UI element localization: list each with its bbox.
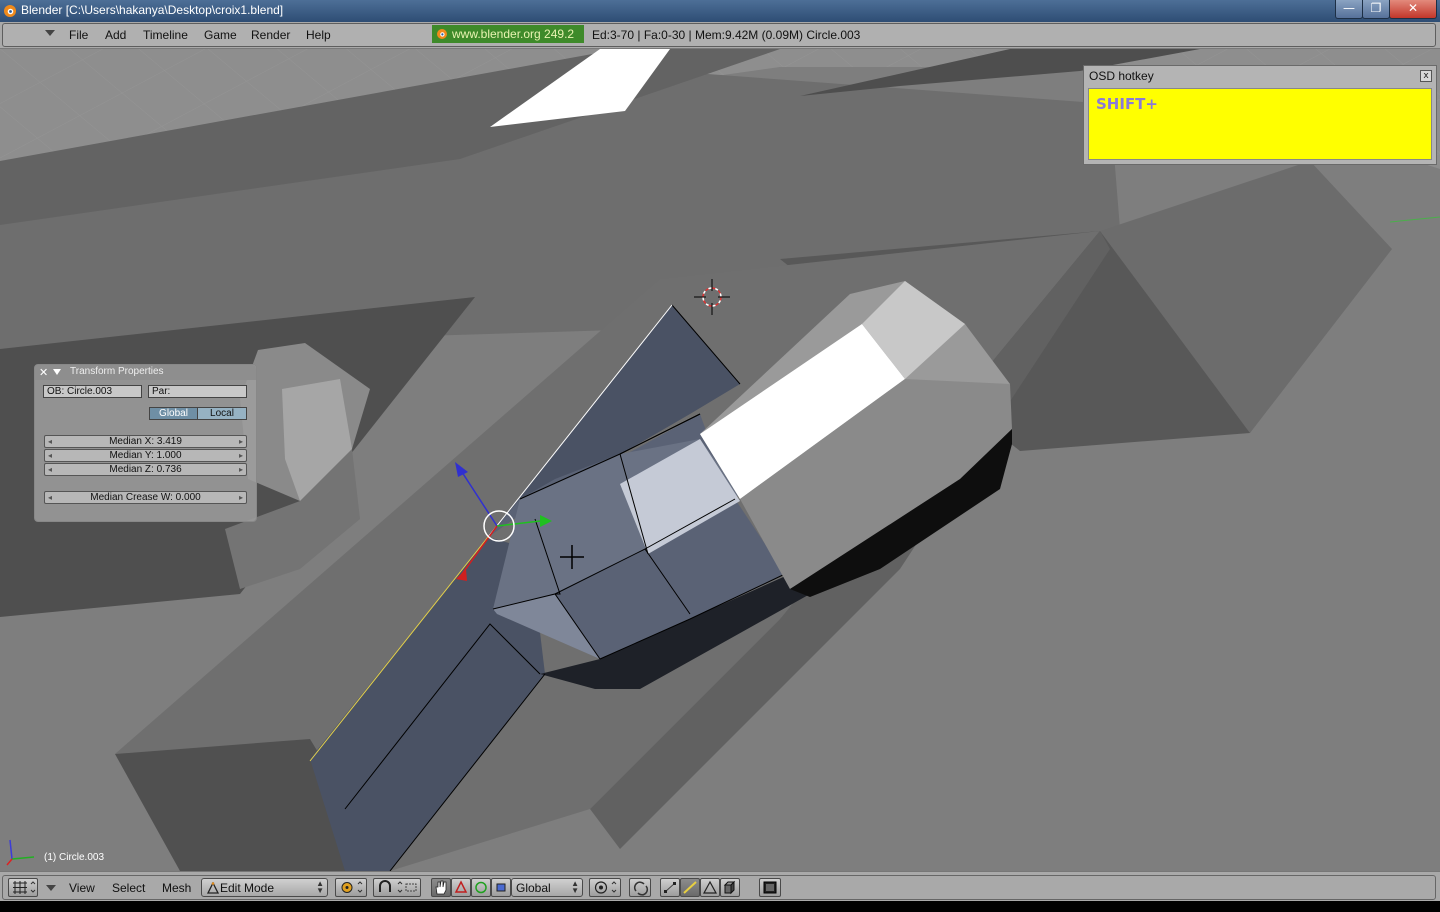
parent-field[interactable]: Par: — [148, 385, 247, 398]
global-toggle[interactable]: Global — [149, 407, 198, 420]
decrement-arrow-icon[interactable]: ◂ — [48, 492, 52, 503]
maximize-button[interactable]: ❐ — [1362, 0, 1390, 19]
dropdown-arrows-icon: ▲ ▼ — [316, 879, 324, 895]
grid-icon — [13, 881, 36, 894]
face-select-button[interactable] — [700, 878, 720, 897]
menu-file[interactable]: File — [69, 28, 88, 42]
increment-arrow-icon[interactable]: ▸ — [239, 436, 243, 447]
panel-close-icon[interactable]: ✕ — [39, 366, 48, 379]
dropdown-arrows-icon: ▲ ▼ — [571, 879, 579, 895]
menu-help[interactable]: Help — [306, 28, 331, 42]
menu-view[interactable]: View — [69, 881, 95, 895]
increment-arrow-icon[interactable]: ▸ — [239, 464, 243, 475]
translate-manipulator-button[interactable] — [451, 878, 471, 897]
pivot-point-button[interactable] — [335, 878, 367, 897]
osd-hotkey-window: OSD hotkey x SHIFT+ — [1083, 65, 1437, 165]
header-collapse-chevron-icon[interactable] — [45, 30, 55, 36]
blender-website-link[interactable]: www.blender.org 249.2 — [432, 25, 584, 43]
view-axis-gizmo-icon — [6, 839, 35, 866]
cube-icon — [723, 880, 736, 895]
minimize-button[interactable]: — — [1335, 0, 1363, 19]
menu-add[interactable]: Add — [105, 28, 126, 42]
blender-logo-icon — [437, 29, 447, 39]
menu-render[interactable]: Render — [251, 28, 290, 42]
square-icon — [496, 883, 506, 892]
osd-display: SHIFT+ — [1088, 88, 1432, 160]
hand-icon — [435, 880, 447, 895]
orientation-value: Global — [516, 881, 551, 895]
object-name-field[interactable]: OB: Circle.003 — [43, 385, 142, 398]
pivot-icon — [341, 881, 363, 893]
median-y-value: Median Y: 1.000 — [109, 450, 182, 461]
3d-cursor-icon[interactable] — [692, 277, 732, 317]
edit-mode-icon — [207, 882, 219, 894]
proportional-edit-icon — [594, 881, 617, 894]
rotate-manipulator-button[interactable] — [471, 878, 491, 897]
scene-stats: Ed:3-70 | Fa:0-30 | Mem:9.42M (0.09M) Ci… — [592, 28, 861, 42]
close-window-button[interactable]: ✕ — [1389, 0, 1437, 19]
median-crease-field[interactable]: ◂ Median Crease W: 0.000 ▸ — [44, 491, 247, 504]
window-title: Blender [C:\Users\hakanya\Desktop\croix1… — [21, 3, 284, 17]
editor-type-button[interactable] — [8, 878, 38, 897]
median-y-field[interactable]: ◂ Median Y: 1.000 ▸ — [44, 449, 247, 462]
blender-logo-icon — [4, 5, 16, 17]
vertex-select-icon — [664, 882, 676, 893]
maximize-icon: ❐ — [1370, 1, 1382, 15]
mode-select[interactable]: Edit Mode ▲ ▼ — [201, 878, 328, 897]
mode-value: Edit Mode — [220, 881, 275, 895]
3d-view-header: View Select Mesh Edit Mode ▲ ▼ Global ▲ ▼ — [0, 871, 1440, 901]
osd-title: OSD hotkey — [1089, 69, 1154, 83]
decrement-arrow-icon[interactable]: ◂ — [48, 464, 52, 475]
magnet-icon — [379, 880, 417, 893]
local-toggle[interactable]: Local — [198, 407, 247, 420]
edge-select-button[interactable] — [680, 878, 700, 897]
blender-link-text: www.blender.org 249.2 — [452, 27, 575, 41]
median-z-field[interactable]: ◂ Median Z: 0.736 ▸ — [44, 463, 247, 476]
osd-close-button[interactable]: x — [1420, 70, 1432, 82]
render-icon — [763, 881, 777, 894]
snap-button[interactable] — [373, 878, 421, 897]
osd-hotkey-text: SHIFT+ — [1096, 95, 1158, 113]
transform-properties-panel: ✕ Transform Properties OB: Circle.003 Pa… — [34, 364, 257, 522]
face-select-icon — [702, 880, 718, 894]
menu-game[interactable]: Game — [204, 28, 237, 42]
increment-arrow-icon[interactable]: ▸ — [239, 450, 243, 461]
active-object-label: (1) Circle.003 — [44, 852, 105, 863]
copy-button[interactable] — [629, 878, 651, 897]
manipulator-toggle-button[interactable] — [431, 878, 451, 897]
decrement-arrow-icon[interactable]: ◂ — [48, 436, 52, 447]
median-crease-value: Median Crease W: 0.000 — [90, 492, 201, 503]
proportional-edit-button[interactable] — [589, 878, 621, 897]
panel-title: Transform Properties — [70, 366, 164, 377]
menu-mesh[interactable]: Mesh — [162, 881, 191, 895]
minimize-icon: — — [1343, 1, 1355, 15]
circle-icon — [475, 881, 487, 894]
vertex-select-button[interactable] — [660, 878, 680, 897]
median-z-value: Median Z: 0.736 — [109, 464, 182, 475]
panel-header[interactable]: ✕ Transform Properties — [35, 365, 256, 380]
median-x-field[interactable]: ◂ Median X: 3.419 ▸ — [44, 435, 247, 448]
menu-select[interactable]: Select — [112, 881, 145, 895]
menu-timeline[interactable]: Timeline — [143, 28, 188, 42]
transform-orientation-select[interactable]: Global ▲ ▼ — [511, 878, 583, 897]
occlude-geometry-button[interactable] — [720, 878, 740, 897]
close-icon: ✕ — [1407, 1, 1419, 15]
render-preview-button[interactable] — [759, 878, 781, 897]
triangle-icon — [454, 880, 468, 893]
scale-manipulator-button[interactable] — [491, 878, 511, 897]
copy-icon — [633, 881, 649, 896]
menu-collapse-chevron-icon[interactable] — [46, 885, 56, 891]
panel-collapse-triangle-icon[interactable] — [53, 369, 61, 375]
bottom-edge — [0, 901, 1440, 912]
window-titlebar: Blender [C:\Users\hakanya\Desktop\croix1… — [0, 0, 1440, 22]
info-header: File Add Timeline Game Render Help www.b… — [0, 22, 1440, 49]
decrement-arrow-icon[interactable]: ◂ — [48, 450, 52, 461]
median-x-value: Median X: 3.419 — [109, 436, 182, 447]
increment-arrow-icon[interactable]: ▸ — [239, 492, 243, 503]
edge-select-icon — [683, 881, 697, 894]
